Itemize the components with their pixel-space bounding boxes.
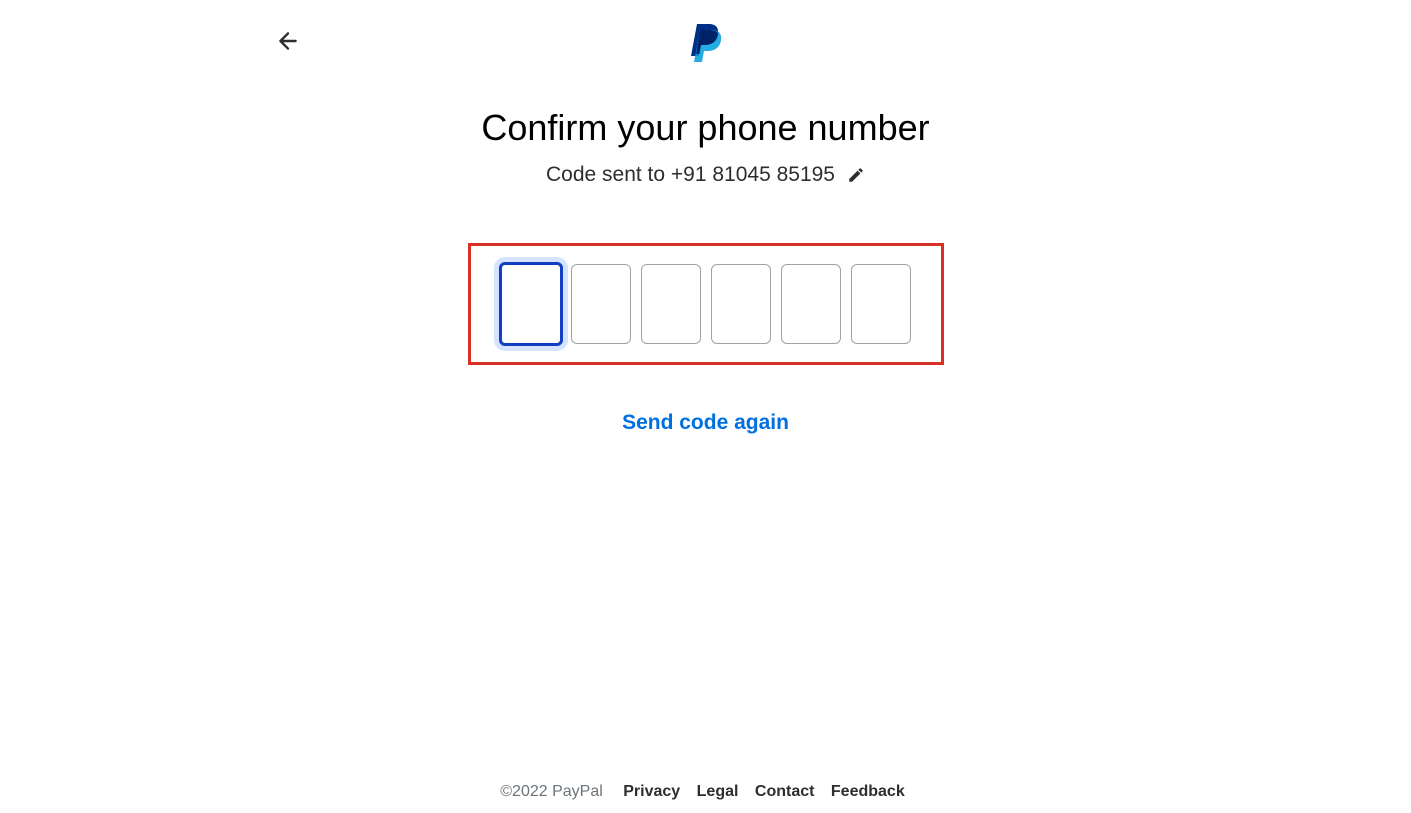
code-digit-4[interactable] — [711, 264, 771, 344]
arrow-left-icon — [275, 28, 301, 54]
footer-link-feedback[interactable]: Feedback — [831, 783, 905, 800]
phone-number: +91 81045 85195 — [671, 163, 835, 186]
page-header — [0, 0, 1411, 67]
code-sent-prefix: Code sent to — [546, 163, 671, 186]
subtitle-row: Code sent to +91 81045 85195 — [546, 163, 865, 187]
code-digit-2[interactable] — [571, 264, 631, 344]
back-button[interactable] — [275, 28, 301, 54]
code-digit-3[interactable] — [641, 264, 701, 344]
code-input-container — [468, 243, 944, 365]
main-content: Confirm your phone number Code sent to +… — [0, 107, 1411, 435]
code-digit-6[interactable] — [851, 264, 911, 344]
resend-code-link[interactable]: Send code again — [622, 411, 789, 435]
code-sent-text: Code sent to +91 81045 85195 — [546, 163, 835, 187]
edit-phone-button[interactable] — [847, 166, 865, 184]
page-footer: ©2022 PayPal Privacy Legal Contact Feedb… — [0, 783, 1411, 801]
footer-link-privacy[interactable]: Privacy — [623, 783, 680, 800]
pencil-icon — [847, 166, 865, 184]
code-digit-5[interactable] — [781, 264, 841, 344]
page-title: Confirm your phone number — [0, 107, 1411, 149]
footer-link-legal[interactable]: Legal — [697, 783, 739, 800]
code-digit-1[interactable] — [499, 262, 563, 346]
footer-link-contact[interactable]: Contact — [755, 783, 815, 800]
footer-copyright: ©2022 PayPal — [500, 783, 603, 800]
paypal-logo — [689, 22, 723, 67]
